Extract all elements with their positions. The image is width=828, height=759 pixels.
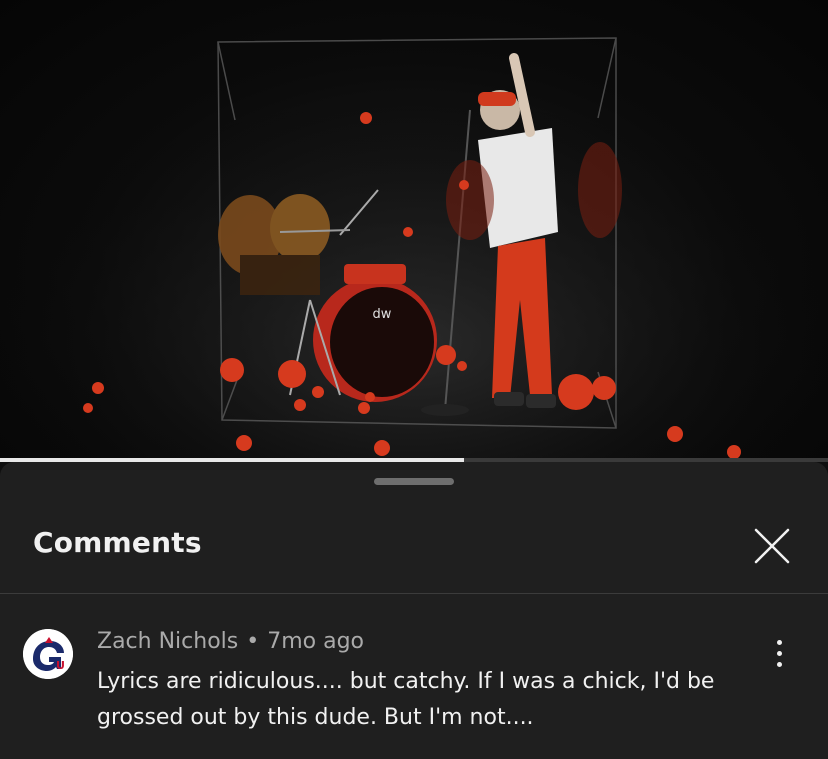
comment-time: 7mo ago <box>267 629 365 654</box>
comment-meta: Zach Nichols • 7mo ago <box>97 629 364 654</box>
gu-logo-avatar-icon: U <box>23 629 73 679</box>
video-frame: dw <box>0 0 828 458</box>
svg-text:U: U <box>56 659 65 672</box>
divider <box>0 593 828 594</box>
comments-title: Comments <box>33 526 202 559</box>
comment-more-button[interactable] <box>766 636 794 672</box>
comment-item: U Zach Nichols • 7mo ago Lyrics are ridicu… <box>0 612 828 752</box>
more-vert-icon-dot <box>777 651 782 656</box>
video-player[interactable]: dw <box>0 0 828 458</box>
avatar[interactable]: U <box>23 629 73 679</box>
comment-text: Lyrics are ridiculous.... but catchy. If… <box>97 669 715 730</box>
more-vert-icon-dot <box>777 662 782 667</box>
close-icon <box>754 528 790 564</box>
close-comments-button[interactable] <box>748 522 796 570</box>
drum-logo: dw <box>373 307 392 322</box>
meta-separator: • <box>246 629 260 654</box>
comment-author[interactable]: Zach Nichols <box>97 629 238 654</box>
drag-handle[interactable] <box>374 478 454 485</box>
comments-panel: Comments U Zach Nichols • 7mo ago Lyrics a… <box>0 462 828 759</box>
more-vert-icon-dot <box>777 640 782 645</box>
